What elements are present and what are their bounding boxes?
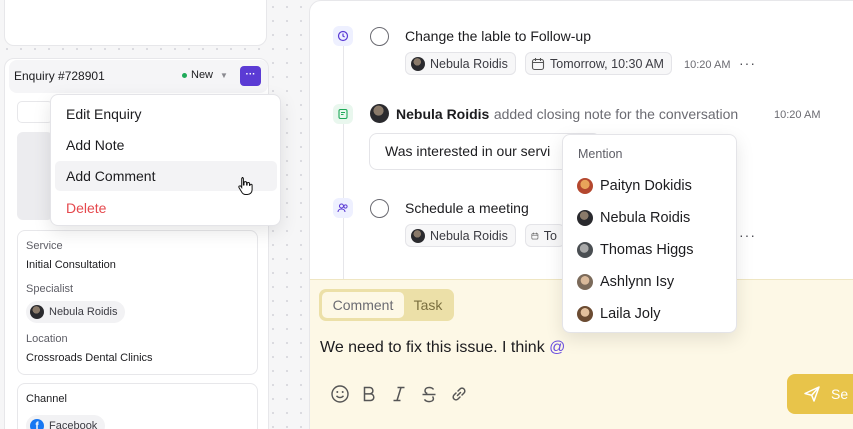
task-more-button[interactable]: ··· <box>739 227 756 243</box>
strikethrough-icon[interactable] <box>418 383 440 405</box>
facebook-icon: f <box>30 419 44 429</box>
italic-icon[interactable] <box>388 383 410 405</box>
avatar <box>30 305 44 319</box>
specialist-chip[interactable]: Nebula Roidis <box>26 301 126 323</box>
avatar <box>577 178 593 194</box>
menu-item-add-note[interactable]: Add Note <box>55 130 277 160</box>
hand-cursor-icon <box>238 177 253 195</box>
avatar <box>577 306 593 322</box>
task-checkbox[interactable] <box>370 27 389 46</box>
task-checkbox[interactable] <box>370 199 389 218</box>
assignee-name: Nebula Roidis <box>430 228 508 243</box>
channel-label: Channel <box>26 393 67 405</box>
menu-item-delete[interactable]: Delete <box>55 193 277 223</box>
calendar-icon <box>531 232 539 239</box>
assignee-chip[interactable]: Nebula Roidis <box>405 52 516 75</box>
location-label: Location <box>26 333 68 345</box>
note-header: Nebula Roidis added closing note for the… <box>396 106 738 124</box>
channel-card: Channel f Facebook <box>17 383 258 429</box>
tab-comment[interactable]: Comment <box>322 292 404 318</box>
mention-name: Laila Joly <box>600 306 661 322</box>
avatar <box>411 228 425 243</box>
mention-name: Paityn Dokidis <box>600 178 692 194</box>
mention-option[interactable]: Ashlynn Isy <box>577 274 674 290</box>
send-label: Se <box>831 386 849 402</box>
tab-task[interactable]: Task <box>404 292 452 318</box>
link-icon[interactable] <box>448 383 470 405</box>
due-date-text: Tomorrow, 10:30 AM <box>550 56 664 71</box>
timestamp: 10:20 AM <box>774 109 821 121</box>
calendar-icon <box>531 57 545 70</box>
chevron-down-icon: ▼ <box>220 70 228 80</box>
mention-name: Thomas Higgs <box>600 242 694 258</box>
timestamp: 10:20 AM <box>684 59 731 71</box>
task-more-button[interactable]: ··· <box>739 55 756 71</box>
mention-header: Mention <box>578 147 623 161</box>
hidden-image-block <box>17 132 53 220</box>
mention-name: Ashlynn Isy <box>600 274 675 290</box>
status-badge[interactable]: New ▼ <box>182 69 228 81</box>
channel-chip[interactable]: f Facebook <box>26 415 106 429</box>
composer-input[interactable]: We need to fix this issue. I think @ <box>320 339 565 357</box>
hidden-field <box>17 101 53 123</box>
avatar <box>577 210 593 226</box>
emoji-icon[interactable] <box>329 383 351 405</box>
due-date-text: To <box>543 228 557 243</box>
clock-icon <box>333 26 353 46</box>
mention-dropdown: Mention Paityn Dokidis Nebula Roidis Tho… <box>562 134 737 333</box>
avatar <box>370 104 389 123</box>
mention-option[interactable]: Nebula Roidis <box>577 210 690 226</box>
note-action: added closing note for the conversation <box>493 106 739 122</box>
mention-option[interactable]: Paityn Dokidis <box>577 178 692 194</box>
task-title: Schedule a meeting <box>405 200 529 216</box>
service-label: Service <box>26 240 63 252</box>
note-icon <box>333 104 353 124</box>
send-button[interactable]: Se <box>787 374 853 414</box>
assignee-chip[interactable]: Nebula Roidis <box>405 224 516 247</box>
enquiry-actions-menu: Edit Enquiry Add Note Add Comment Delete <box>50 94 281 226</box>
avatar <box>577 274 593 290</box>
composer-text: We need to fix this issue. I think <box>320 339 550 356</box>
previous-card <box>4 0 267 46</box>
menu-item-edit-enquiry[interactable]: Edit Enquiry <box>55 99 277 129</box>
mention-option[interactable]: Laila Joly <box>577 306 660 322</box>
task-title: Change the lable to Follow-up <box>405 28 592 44</box>
enquiry-title: Enquiry #728901 <box>14 69 105 83</box>
mention-option[interactable]: Thomas Higgs <box>577 242 693 258</box>
status-dot-icon <box>182 72 187 78</box>
note-author[interactable]: Nebula Roidis <box>396 106 489 122</box>
due-date-chip[interactable]: Tomorrow, 10:30 AM <box>525 52 672 75</box>
bold-icon[interactable] <box>358 383 380 405</box>
users-icon <box>333 198 353 218</box>
specialist-label: Specialist <box>26 283 74 295</box>
enquiry-details-card: Service Initial Consultation Specialist … <box>17 230 258 375</box>
channel-value: Facebook <box>49 420 98 429</box>
status-label: New <box>191 69 214 81</box>
due-date-chip[interactable]: To <box>525 224 565 247</box>
send-icon <box>804 386 820 402</box>
avatar <box>577 242 593 258</box>
specialist-name: Nebula Roidis <box>49 306 118 318</box>
mention-name: Nebula Roidis <box>600 210 691 226</box>
more-actions-button[interactable]: ··· <box>240 66 261 86</box>
timeline-line <box>343 40 344 280</box>
mention-trigger: @ <box>549 339 566 356</box>
avatar <box>411 56 425 71</box>
service-value: Initial Consultation <box>26 259 116 271</box>
location-value: Crossroads Dental Clinics <box>26 352 153 364</box>
assignee-name: Nebula Roidis <box>430 56 508 71</box>
